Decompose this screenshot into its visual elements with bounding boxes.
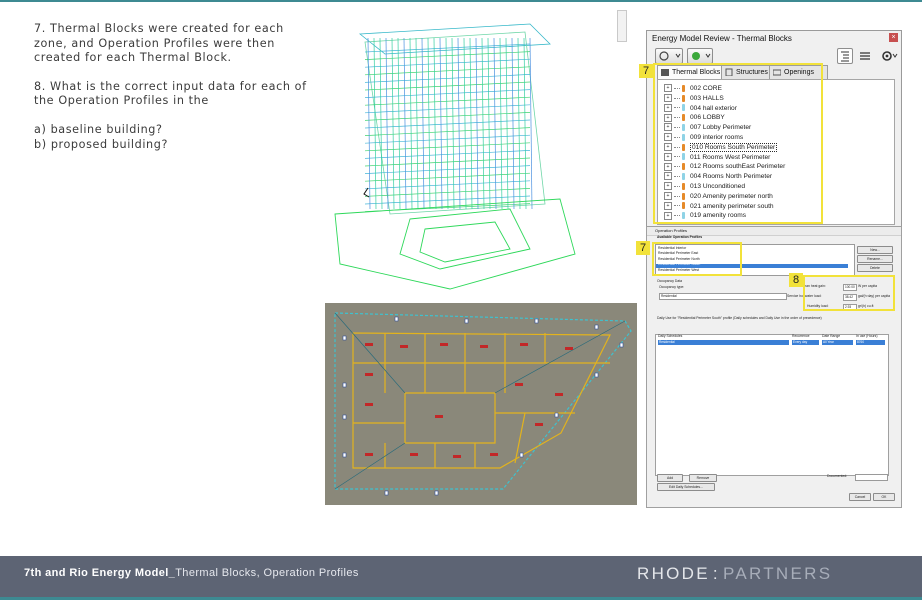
row-in-use[interactable]: 8760 — [856, 340, 885, 345]
badge-8-dialog: 8 — [789, 273, 803, 287]
window-title: Energy Model Review - Thermal Blocks — [647, 31, 901, 46]
top-accent-line — [0, 0, 922, 2]
badge-7-window: 7 — [639, 64, 653, 78]
tree-view-button[interactable] — [837, 48, 853, 64]
daily-schedules-grid[interactable]: Daily Schedules Recurrence Date Range In… — [655, 334, 889, 476]
daily-use-note: Daily Use for "Residential Perimeter Sou… — [657, 316, 822, 320]
slide-text: 7. Thermal Blocks were created for each … — [34, 22, 314, 152]
footer-title-rest: Thermal Blocks, Operation Profiles — [175, 567, 359, 579]
model-button[interactable] — [655, 48, 683, 64]
col-in-use: In use (Hours) — [856, 334, 878, 338]
footer-title-bold: 7th and Rio Energy Model_ — [24, 567, 176, 579]
highlight-profiles-list — [652, 242, 742, 276]
model-icon — [659, 51, 681, 61]
floor-plan-image — [325, 303, 637, 505]
floor-plan-drawing — [334, 312, 632, 496]
highlight-thermal-blocks — [653, 63, 823, 224]
logo-separator: : — [712, 564, 720, 583]
col-date-range: Date Range — [822, 334, 841, 338]
tree-view-icon — [841, 51, 849, 62]
highlight-occupancy-gains — [803, 275, 895, 311]
green-action-button[interactable] — [687, 48, 713, 64]
question-b: b) proposed building? — [34, 137, 168, 151]
delete-profile-button[interactable]: Delete — [857, 264, 893, 272]
occupancy-type-label: Occupancy type: — [659, 285, 685, 289]
edit-daily-schedules-button[interactable]: Edit Daily Schedules... — [657, 483, 715, 491]
cancel-button[interactable]: Cancel — [849, 493, 871, 501]
row-date-range[interactable]: All Year — [822, 340, 853, 345]
window-edge-sliver — [617, 10, 627, 42]
logo-right: PARTNERS — [722, 564, 833, 583]
documented-label: Documented: — [827, 474, 848, 478]
list-view-icon — [860, 52, 870, 60]
remove-schedule-button[interactable]: Remove — [689, 474, 717, 482]
available-profiles-label: Available Operation Profiles — [657, 235, 703, 239]
close-icon[interactable]: × — [889, 33, 898, 42]
col-recurrence: Recurrence — [792, 334, 810, 338]
row-schedule[interactable]: Residential — [658, 340, 789, 345]
gear-icon — [882, 51, 898, 61]
occupancy-type-select[interactable]: Residential — [659, 293, 787, 300]
settings-button[interactable] — [879, 48, 899, 64]
ok-button[interactable]: OK — [873, 493, 895, 501]
question-a: a) baseline building? — [34, 122, 163, 136]
item-8-text: 8. What is the correct input data for ea… — [34, 79, 307, 108]
company-logo: RHODE: PARTNERS — [637, 564, 832, 584]
leaf-icon — [692, 52, 711, 60]
list-view-button[interactable] — [857, 48, 873, 64]
footer-title: 7th and Rio Energy Model_Thermal Blocks,… — [24, 567, 359, 579]
add-schedule-button[interactable]: Add — [657, 474, 683, 482]
building-3d-wireframe — [334, 23, 576, 290]
col-daily-schedules: Daily Schedules — [658, 334, 683, 338]
documented-field[interactable] — [855, 474, 888, 481]
rename-profile-button[interactable]: Rename... — [857, 255, 893, 263]
row-recurrence[interactable]: Every day — [792, 340, 819, 345]
logo-left: RHODE — [637, 564, 710, 583]
new-profile-button[interactable]: New... — [857, 246, 893, 254]
occupancy-data-label: Occupancy Data — [657, 279, 683, 283]
badge-7-dialog: 7 — [636, 241, 650, 255]
item-7-text: 7. Thermal Blocks were created for each … — [34, 22, 284, 65]
